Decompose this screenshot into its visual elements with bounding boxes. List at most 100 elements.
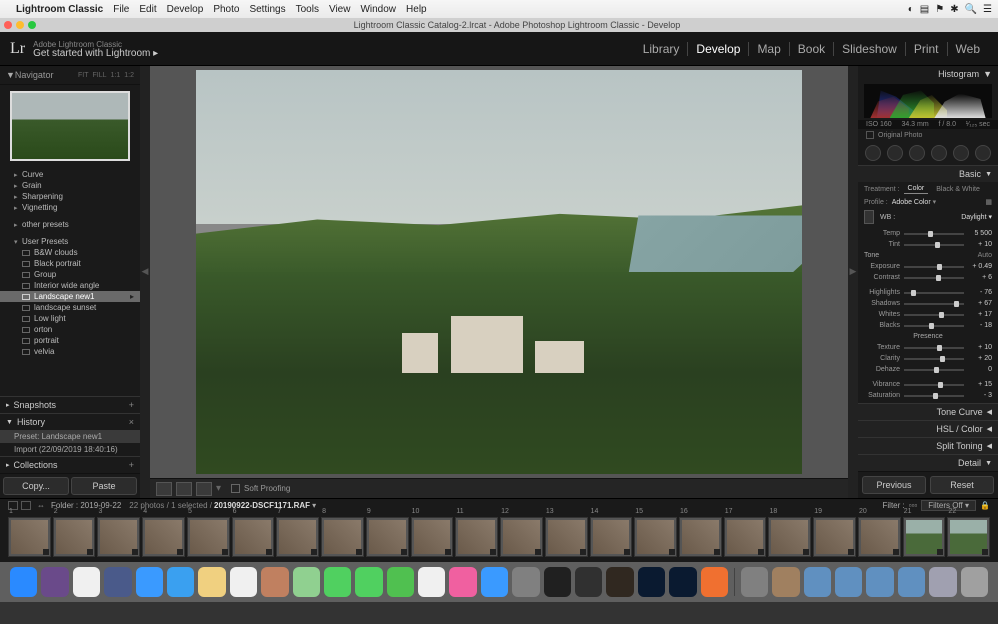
filmstrip-thumb[interactable]: 17	[724, 517, 767, 557]
gradient-tool-icon[interactable]	[931, 145, 947, 161]
dock-lightroom[interactable]	[638, 567, 665, 597]
dock-steam[interactable]	[575, 567, 602, 597]
spot-tool-icon[interactable]	[887, 145, 903, 161]
dock-contacts[interactable]	[261, 567, 288, 597]
menu-photo[interactable]: Photo	[213, 4, 239, 15]
dock-box[interactable]	[772, 567, 799, 597]
dock-firefox-dev[interactable]	[104, 567, 131, 597]
zoom-fill[interactable]: FILL	[93, 72, 107, 79]
dock-folder2[interactable]	[835, 567, 862, 597]
filmstrip-thumb[interactable]: 10	[411, 517, 454, 557]
preset-group[interactable]: Group	[0, 269, 140, 280]
dock-appstore[interactable]	[481, 567, 508, 597]
filmstrip-thumb[interactable]: 3	[97, 517, 140, 557]
tagline[interactable]: Get started with Lightroom ▸	[33, 49, 158, 58]
slider-dehaze[interactable]: Dehaze0	[864, 364, 992, 375]
navigator-header[interactable]: ▼ Navigator FIT FILL 1:1 1:2	[0, 66, 140, 85]
user-presets[interactable]: ▾User Presets	[0, 236, 140, 247]
preset-grain[interactable]: ▸Grain	[0, 180, 140, 191]
before-after-lr-button[interactable]	[176, 482, 192, 496]
wb-select[interactable]: Daylight ▾	[961, 213, 992, 221]
dock-terminal[interactable]	[544, 567, 571, 597]
filmstrip-thumb[interactable]: 19	[813, 517, 856, 557]
preset-bw-clouds[interactable]: B&W clouds	[0, 247, 140, 258]
filmstrip-thumb[interactable]: 11	[455, 517, 498, 557]
filmstrip-thumb[interactable]: 4	[142, 517, 185, 557]
soft-proofing-checkbox[interactable]	[231, 484, 240, 493]
menu-file[interactable]: File	[113, 4, 129, 15]
profile-row[interactable]: Profile :Adobe Color▾ ▦	[858, 196, 998, 208]
slider-tint[interactable]: Tint+ 10	[864, 239, 992, 250]
slider-contrast[interactable]: Contrast+ 6	[864, 272, 992, 283]
filmstrip-thumb[interactable]: 22	[947, 517, 990, 557]
dock-calendar[interactable]	[230, 567, 257, 597]
dock-mail[interactable]	[167, 567, 194, 597]
filmstrip-thumb[interactable]: 9	[366, 517, 409, 557]
history-item-import[interactable]: Import (22/09/2019 18:40:16)	[0, 443, 140, 456]
hsl-header[interactable]: HSL / Color◀	[858, 420, 998, 437]
minimize-icon[interactable]	[16, 21, 24, 29]
dock-folder4[interactable]	[898, 567, 925, 597]
dock-safari[interactable]	[136, 567, 163, 597]
menu-edit[interactable]: Edit	[139, 4, 156, 15]
before-after-tb-button[interactable]	[196, 482, 212, 496]
filmstrip-thumb[interactable]: 12	[500, 517, 543, 557]
profile-browser-icon[interactable]: ▦	[985, 198, 992, 206]
close-icon[interactable]	[4, 21, 12, 29]
slider-vibrance[interactable]: Vibrance+ 15	[864, 379, 992, 390]
menu-tools[interactable]: Tools	[296, 4, 319, 15]
zoom-icon[interactable]	[28, 21, 36, 29]
preset-black-portrait[interactable]: Black portrait	[0, 258, 140, 269]
slider-temp[interactable]: Temp5 500	[864, 228, 992, 239]
tab-library[interactable]: Library	[635, 42, 689, 56]
history-section[interactable]: ▼History×	[0, 413, 140, 430]
wb-dropper-icon[interactable]	[864, 210, 874, 224]
dock-finder[interactable]	[10, 567, 37, 597]
preset-low-light[interactable]: Low light	[0, 313, 140, 324]
app-menu[interactable]: Lightroom Classic	[16, 4, 103, 15]
crop-tool-icon[interactable]	[865, 145, 881, 161]
paste-button[interactable]: Paste	[71, 477, 137, 495]
preset-landscape-new1[interactable]: Landscape new1▸	[0, 291, 140, 302]
filmstrip-thumb[interactable]: 15	[634, 517, 677, 557]
preset-landscape-sunset[interactable]: landscape sunset	[0, 302, 140, 313]
split-toning-header[interactable]: Split Toning◀	[858, 437, 998, 454]
dock-folder1[interactable]	[804, 567, 831, 597]
filmstrip[interactable]: 12345678910111213141516171819202122	[0, 512, 998, 562]
zoom-fit[interactable]: FIT	[78, 72, 89, 79]
filmstrip-thumb[interactable]: 16	[679, 517, 722, 557]
treatment-bw[interactable]: Black & White	[932, 185, 984, 194]
slider-blacks[interactable]: Blacks- 18	[864, 320, 992, 331]
left-collapse[interactable]: ◀	[140, 66, 150, 498]
auto-button[interactable]: Auto	[978, 252, 992, 259]
dock-firefox[interactable]	[701, 567, 728, 597]
snapshots-section[interactable]: ▸Snapshots+	[0, 396, 140, 413]
filmstrip-thumb[interactable]: 2	[53, 517, 96, 557]
radial-tool-icon[interactable]	[953, 145, 969, 161]
dock-dashboard[interactable]	[41, 567, 68, 597]
filmstrip-thumb[interactable]: 6	[232, 517, 275, 557]
dock-bridge[interactable]	[606, 567, 633, 597]
loupe-view-button[interactable]	[156, 482, 172, 496]
dock-download[interactable]	[741, 567, 768, 597]
slider-whites[interactable]: Whites+ 17	[864, 309, 992, 320]
tab-web[interactable]: Web	[948, 42, 988, 56]
filter-lock-icon[interactable]: 🔒	[980, 501, 990, 510]
histogram[interactable]	[864, 84, 992, 118]
right-collapse[interactable]: ▶	[848, 66, 858, 498]
dock-chrome[interactable]	[73, 567, 100, 597]
main-photo[interactable]	[196, 70, 802, 474]
dock-notes[interactable]	[198, 567, 225, 597]
tab-slideshow[interactable]: Slideshow	[834, 42, 906, 56]
dock-itunes[interactable]	[449, 567, 476, 597]
filmstrip-thumb[interactable]: 14	[590, 517, 633, 557]
preset-portrait[interactable]: portrait	[0, 335, 140, 346]
slider-clarity[interactable]: Clarity+ 20	[864, 353, 992, 364]
preset-vignetting[interactable]: ▸Vignetting	[0, 202, 140, 213]
zoom-1-1[interactable]: 1:1	[111, 72, 121, 79]
menu-settings[interactable]: Settings	[249, 4, 285, 15]
navigator-thumbnail[interactable]	[10, 91, 130, 161]
filmstrip-thumb[interactable]: 5	[187, 517, 230, 557]
slider-highlights[interactable]: Highlights- 76	[864, 287, 992, 298]
preset-velvia[interactable]: velvia	[0, 346, 140, 357]
